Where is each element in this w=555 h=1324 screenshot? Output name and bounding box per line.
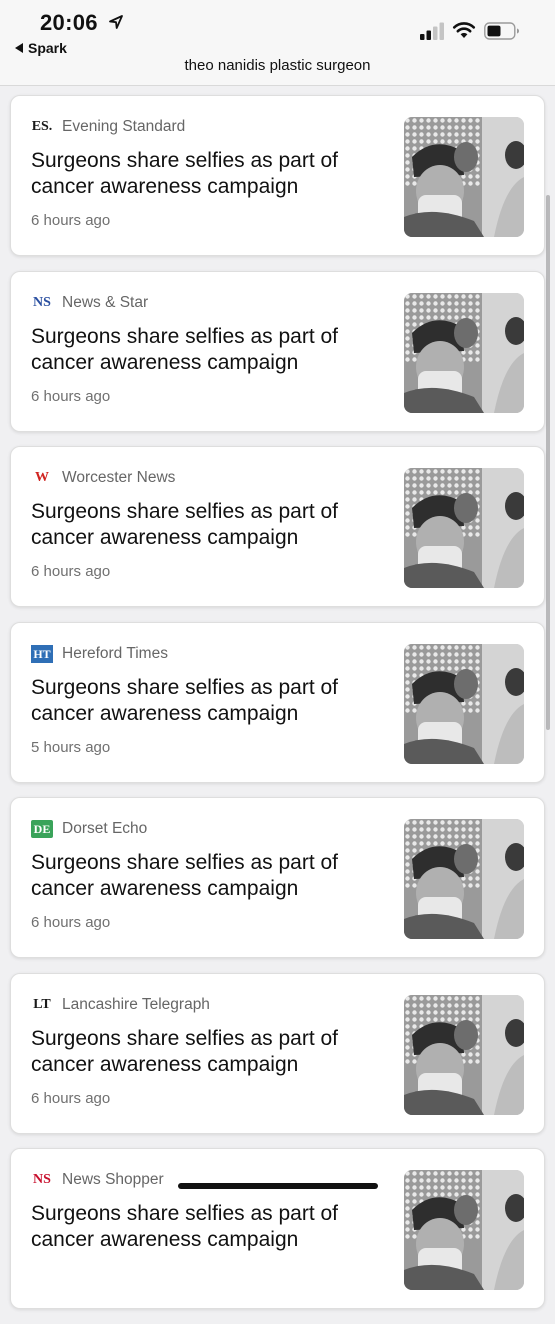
status-time: 20:06 [40, 10, 98, 35]
publisher-name: News & Star [62, 293, 149, 311]
home-indicator[interactable] [178, 1183, 378, 1189]
thumbnail-image [404, 994, 524, 1115]
publisher-logo-icon: NS [33, 294, 51, 310]
article-age: 5 hours ago [31, 738, 111, 756]
article-headline[interactable]: Surgeons share selfies as part of cancer… [31, 499, 386, 551]
publisher-row: DE Dorset Echo [31, 820, 147, 838]
news-card[interactable]: NS News & Star Surgeons share selfies as p… [10, 270, 545, 432]
publisher-row: LT Lancashire Telegraph [31, 996, 210, 1014]
news-card[interactable]: DE Dorset Echo Surgeons share selfies as p… [10, 797, 545, 958]
news-card[interactable]: ES. Evening Standard Surgeons share selfie… [10, 95, 545, 256]
news-card[interactable]: HT Hereford Times Surgeons share selfies a… [10, 621, 545, 783]
article-thumbnail[interactable] [404, 994, 524, 1115]
publisher-name: Hereford Times [62, 644, 168, 662]
publisher-logo-icon: ES. [31, 119, 53, 134]
article-thumbnail[interactable] [404, 1170, 524, 1290]
page-title: theo nanidis plastic surgeon [184, 57, 371, 74]
publisher-row: W Worcester News [31, 469, 175, 487]
article-age: 6 hours ago [31, 563, 111, 580]
thumbnail-image [404, 819, 524, 939]
cellular-signal-icon [420, 22, 444, 40]
publisher-row: HT Hereford Times [31, 644, 168, 663]
news-card[interactable]: LT Lancashire Telegraph Surgeons share sel… [10, 972, 545, 1134]
article-age: 6 hours ago [31, 387, 111, 405]
scrollbar[interactable] [546, 195, 550, 730]
publisher-name: Evening Standard [62, 118, 186, 135]
thumbnail-image [404, 643, 524, 764]
article-headline[interactable]: Surgeons share selfies as part of cancer… [31, 675, 386, 727]
publisher-row: NS News & Star [31, 294, 148, 312]
article-headline[interactable]: Surgeons share selfies as part of cancer… [31, 1201, 386, 1253]
thumbnail-image [404, 292, 524, 413]
publisher-name: Worcester News [62, 469, 176, 486]
article-age: 6 hours ago [31, 914, 111, 931]
back-app-label: Spark [28, 40, 67, 56]
news-card[interactable]: NS News Shopper Surgeons share selfies as … [10, 1148, 545, 1309]
article-headline[interactable]: Surgeons share selfies as part of cancer… [31, 324, 386, 376]
article-headline[interactable]: Surgeons share selfies as part of cancer… [31, 148, 386, 200]
article-thumbnail[interactable] [404, 643, 524, 764]
publisher-logo-icon: HT [31, 644, 53, 663]
battery-icon [484, 22, 519, 40]
news-feed: ES. Evening Standard Surgeons share selfie… [10, 95, 545, 1324]
thumbnail-image [404, 117, 524, 237]
article-age: 6 hours ago [31, 1089, 111, 1107]
article-headline[interactable]: Surgeons share selfies as part of cancer… [31, 1026, 386, 1078]
publisher-name: News Shopper [62, 1171, 164, 1188]
back-arrow-icon [15, 43, 23, 53]
back-to-app-button[interactable]: Spark [15, 40, 67, 56]
publisher-logo-icon: W [35, 470, 49, 485]
article-thumbnail[interactable] [404, 117, 524, 237]
publisher-logo-icon: LT [33, 996, 51, 1012]
thumbnail-image [404, 468, 524, 588]
article-thumbnail[interactable] [404, 819, 524, 939]
wifi-icon [452, 22, 476, 38]
article-headline[interactable]: Surgeons share selfies as part of cancer… [31, 850, 386, 902]
publisher-row: ES. Evening Standard [31, 118, 186, 136]
publisher-name: Dorset Echo [62, 820, 148, 837]
news-card[interactable]: W Worcester News Surgeons share selfies as… [10, 446, 545, 607]
publisher-row: NS News Shopper [31, 1171, 164, 1189]
article-age: 6 hours ago [31, 212, 111, 229]
thumbnail-image [404, 1170, 524, 1290]
publisher-logo-icon: DE [31, 820, 53, 838]
publisher-name: Lancashire Telegraph [62, 995, 210, 1013]
publisher-logo-icon: NS [33, 1172, 51, 1187]
status-bar: 20:06 Spark theo nanidis plastic surgeon [0, 0, 555, 86]
article-thumbnail[interactable] [404, 468, 524, 588]
location-arrow-icon [109, 15, 123, 29]
article-thumbnail[interactable] [404, 292, 524, 413]
